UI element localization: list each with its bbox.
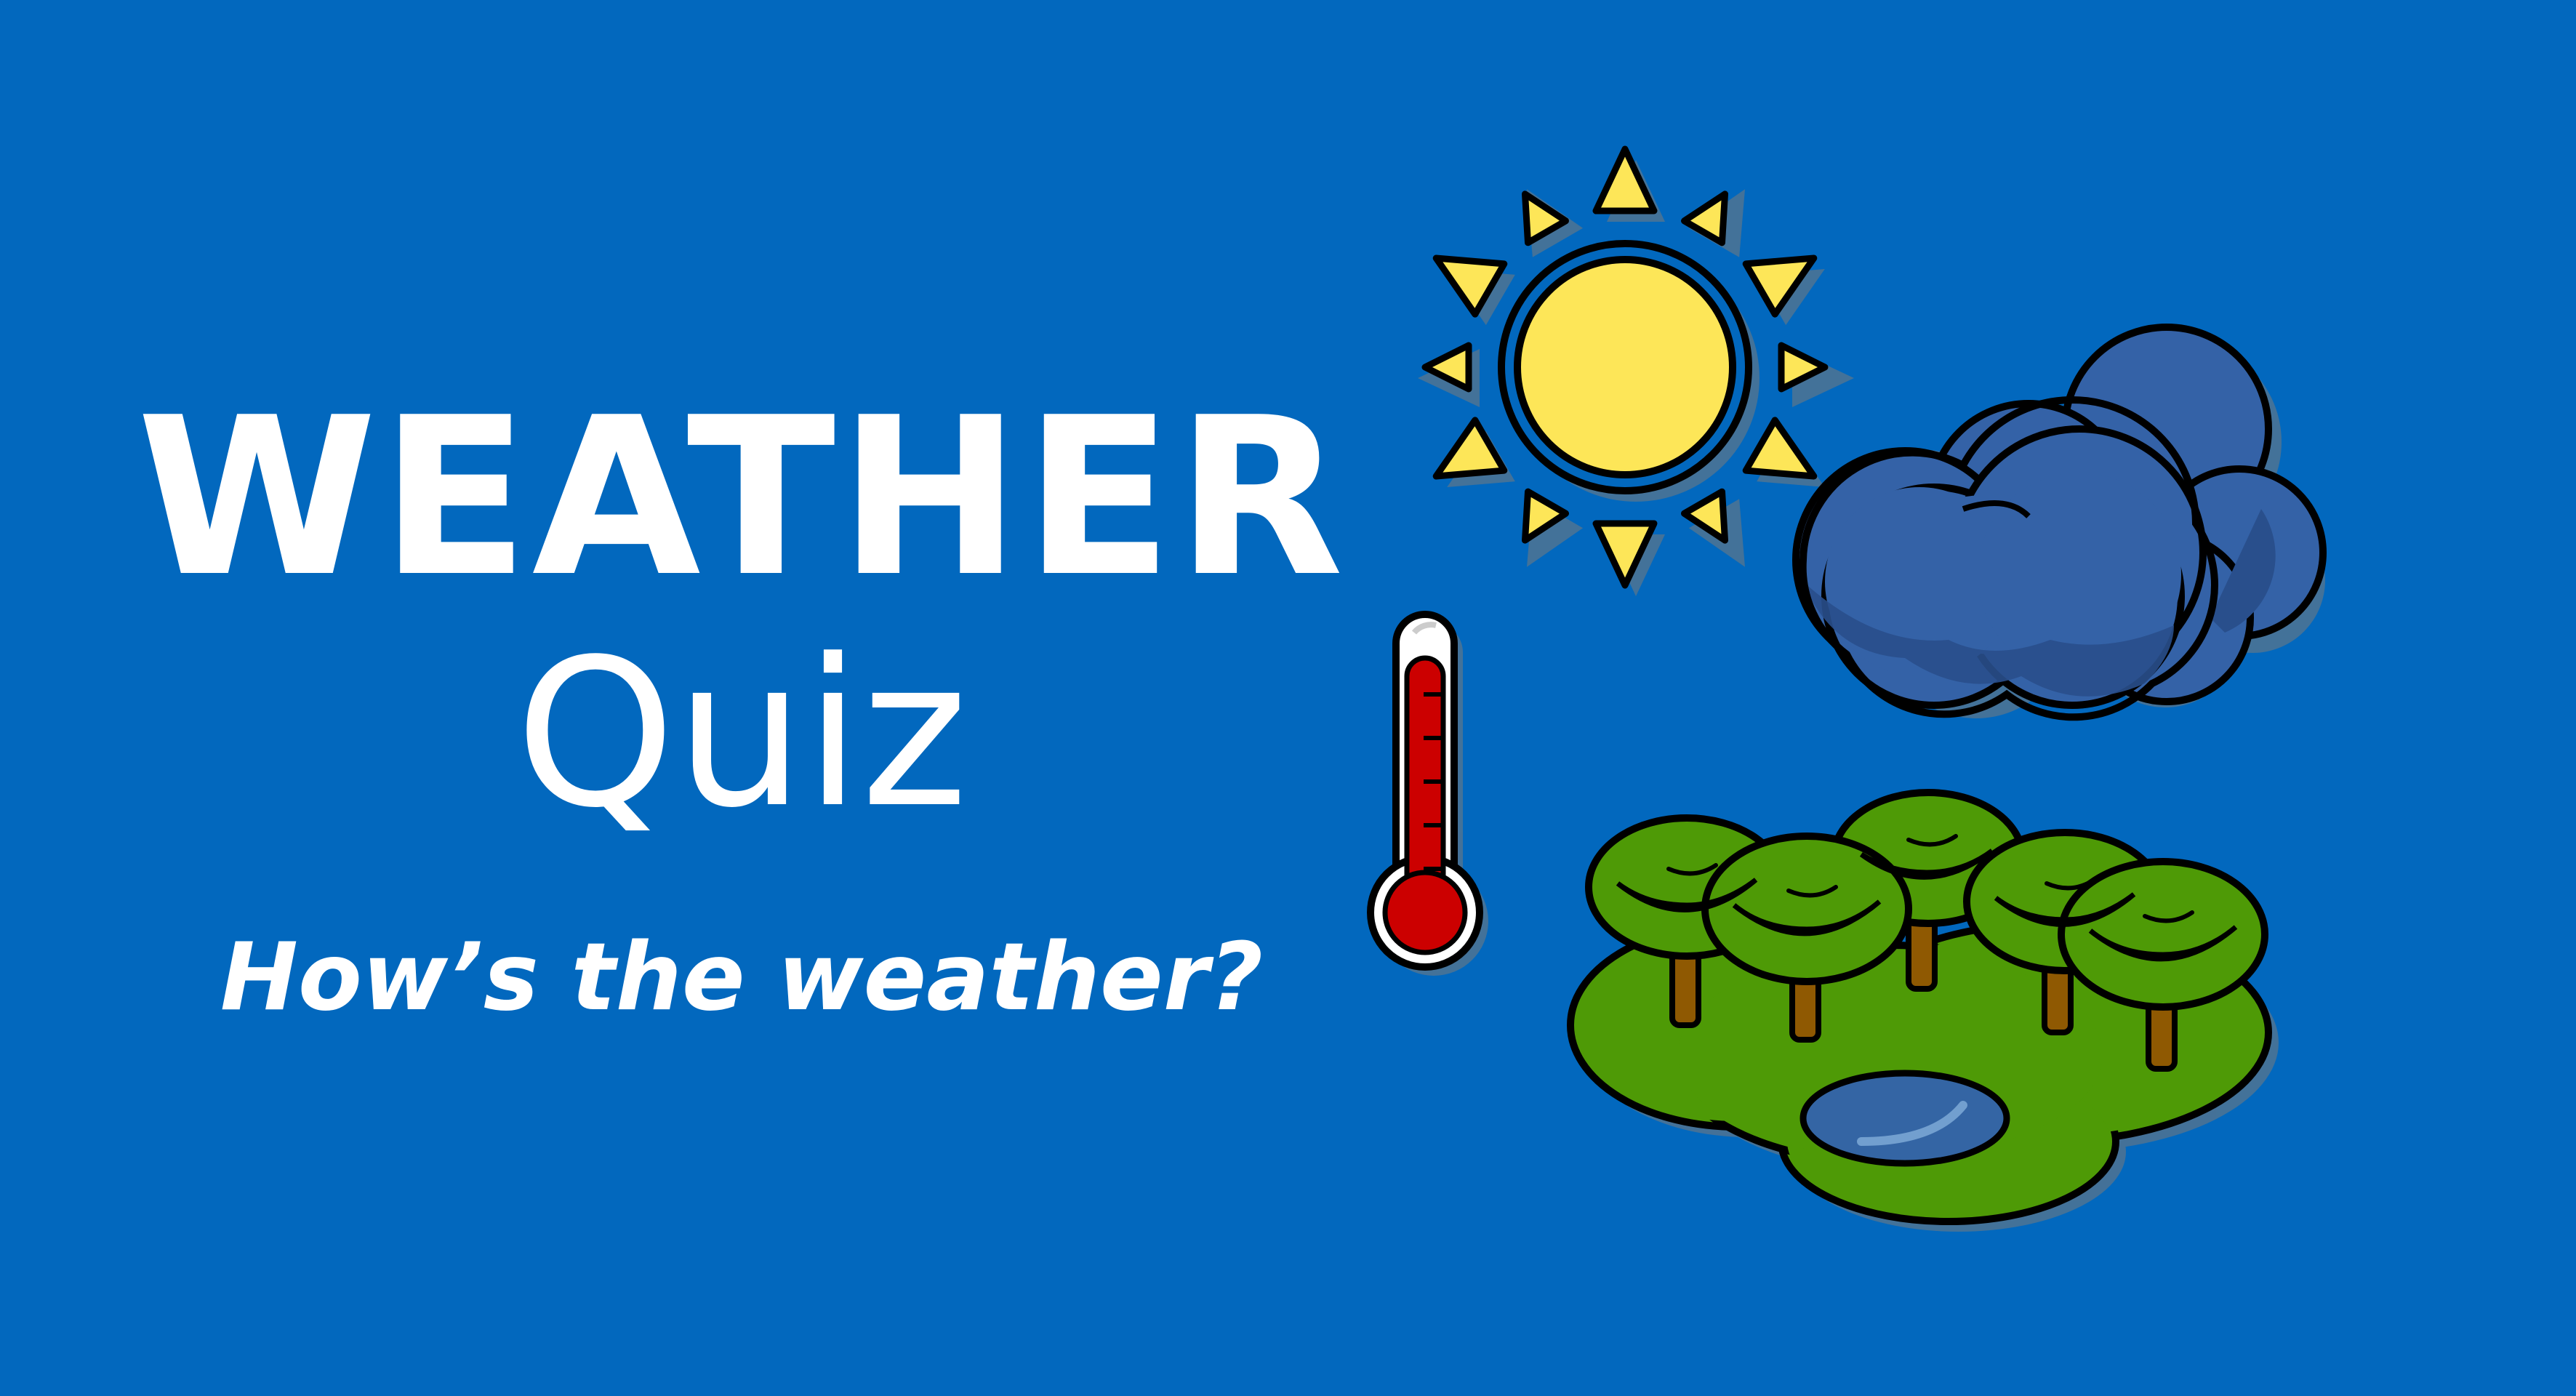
landscape-trees-icon	[1567, 789, 2279, 1232]
thermometer-icon	[1367, 611, 1488, 976]
sun-icon	[1418, 145, 1854, 596]
illustration	[1367, 145, 2327, 1232]
cloud-icon	[1792, 324, 2327, 721]
